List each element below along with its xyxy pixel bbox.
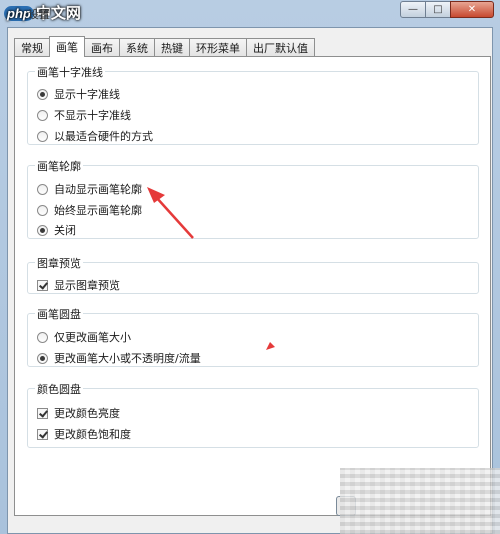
- cursor-mark: [266, 342, 275, 350]
- arrow-head: [147, 187, 165, 203]
- annotation-arrow-icon: [147, 187, 275, 350]
- arrow-line: [155, 196, 194, 239]
- tab-brush[interactable]: 画笔: [49, 36, 85, 57]
- settings-window: php 中文网 设置 — □ ✕ 常规 画笔 画布 系统 热键 环形菜单 出厂默认…: [0, 0, 500, 534]
